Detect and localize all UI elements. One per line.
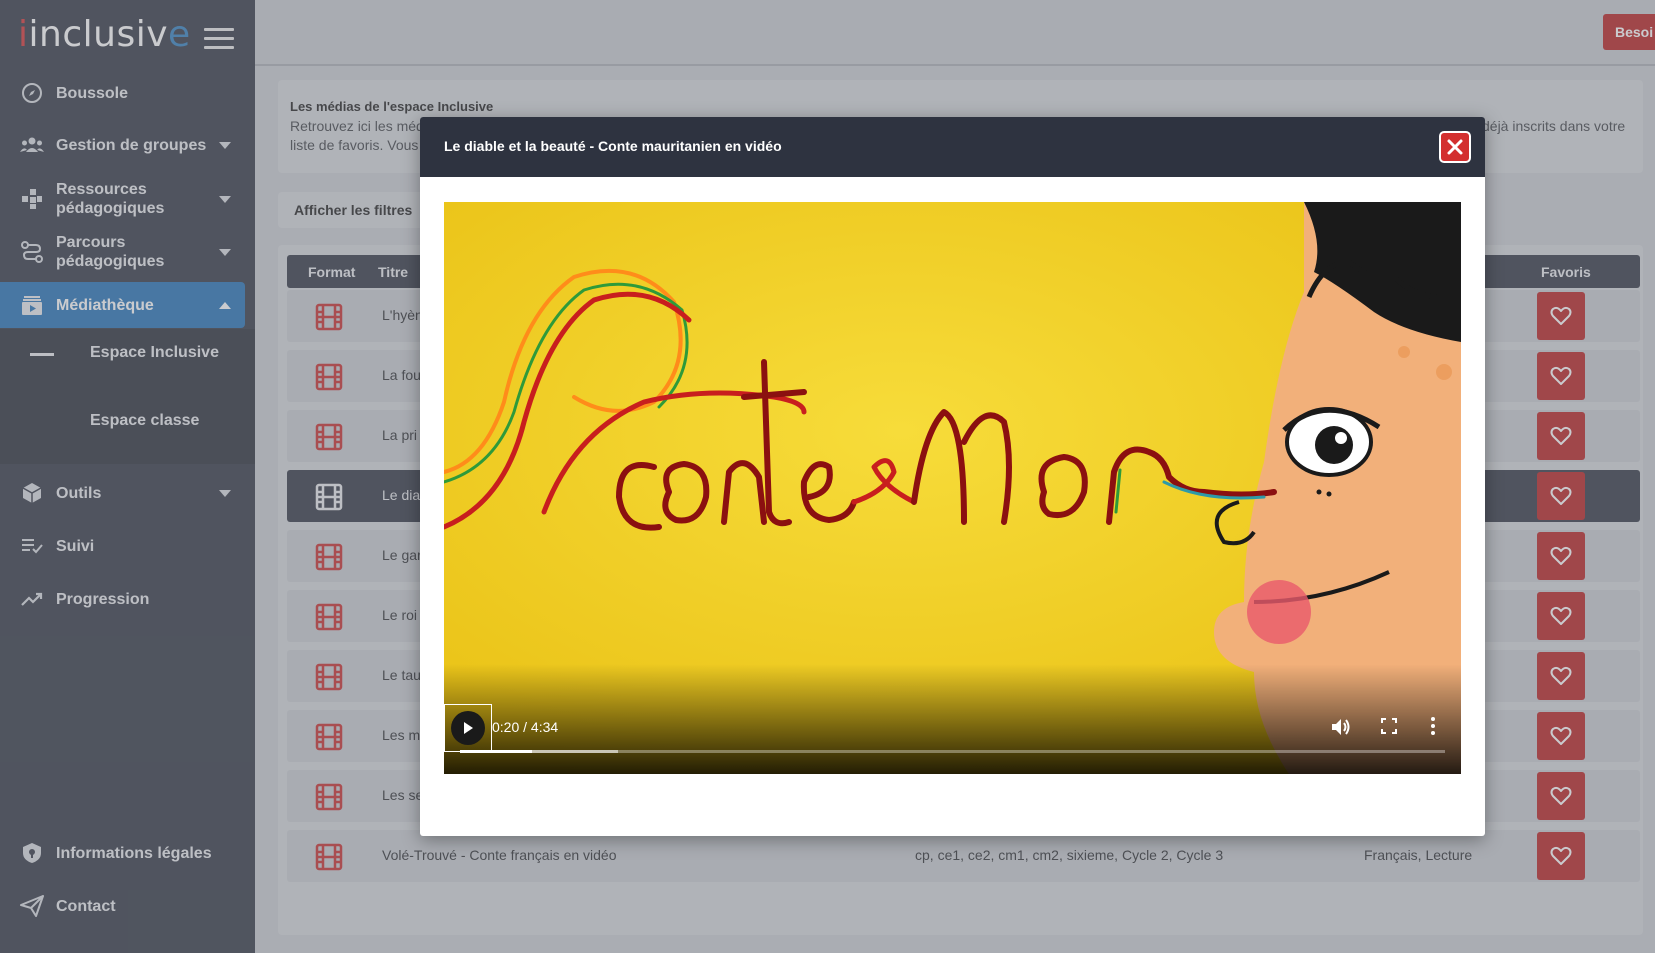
close-icon: [1447, 139, 1463, 155]
video-player[interactable]: 0:20 / 4:34: [444, 202, 1461, 774]
modal-header: Le diable et la beauté - Conte mauritani…: [420, 117, 1485, 177]
play-button[interactable]: [444, 704, 492, 752]
video-time-display: 0:20 / 4:34: [492, 719, 559, 735]
close-button[interactable]: [1439, 131, 1471, 163]
play-icon: [451, 711, 485, 745]
video-progress-fill: [460, 750, 532, 753]
fullscreen-icon[interactable]: [1381, 718, 1397, 739]
modal-title: Le diable et la beauté - Conte mauritani…: [444, 138, 782, 154]
more-options-icon[interactable]: [1430, 716, 1436, 741]
video-modal: Le diable et la beauté - Conte mauritani…: [420, 117, 1485, 836]
volume-icon[interactable]: [1331, 718, 1351, 741]
video-progress-bar[interactable]: [460, 750, 1445, 753]
controls-gradient: [444, 664, 1461, 774]
